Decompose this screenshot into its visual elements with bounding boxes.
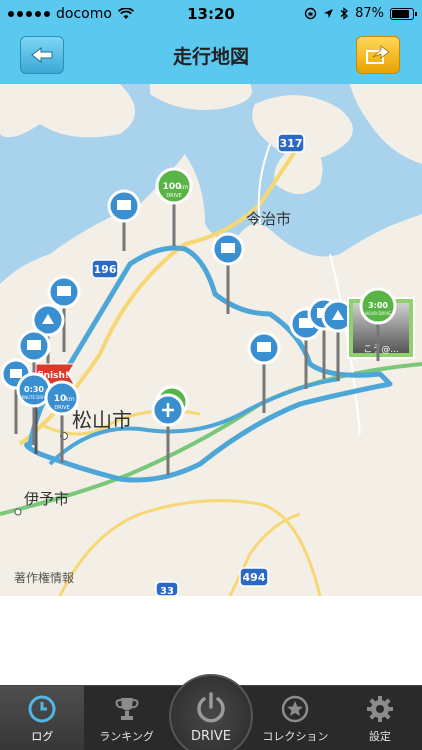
svg-text:km: km [179, 184, 188, 191]
star-icon [282, 695, 309, 723]
share-button[interactable] [356, 36, 400, 74]
svg-text:3:00: 3:00 [368, 301, 388, 310]
tab-label: ログ [31, 730, 54, 743]
tab-label: コレクション [262, 730, 329, 743]
svg-text:HOUR DRIVE: HOUR DRIVE [365, 311, 391, 316]
tab-label: 設定 [368, 730, 391, 743]
power-icon [197, 692, 225, 723]
road-shield-196: 196 [91, 259, 119, 279]
tab-log[interactable]: ログ [0, 686, 85, 750]
map-copyright[interactable]: 著作権情報 [14, 570, 74, 585]
nav-bar: 走行地図 [0, 28, 422, 84]
rotation-lock-icon [304, 7, 317, 20]
svg-text:0:30: 0:30 [24, 385, 44, 394]
location-icon [324, 9, 334, 18]
tab-drive[interactable]: DRIVE [169, 674, 254, 750]
tab-ranking[interactable]: ランキング [84, 686, 168, 750]
road-shield-317: 317 [277, 133, 305, 153]
svg-text:km: km [65, 396, 74, 403]
tab-settings[interactable]: 設定 [338, 686, 422, 750]
svg-text:DRIVE: DRIVE [54, 405, 69, 411]
svg-text:こう@...: こう@... [363, 344, 399, 355]
place-label-imabari: 今治市 [246, 210, 291, 228]
tab-collection[interactable]: コレクション [253, 686, 337, 750]
place-label-iyo: 伊予市 [24, 490, 69, 508]
status-right: 87% [304, 6, 417, 21]
tab-bar: ログ ランキング DRIVE コレクション 設定 [0, 674, 422, 750]
road-shield-494: 494 [239, 567, 269, 587]
road-shield-33: 33 [155, 581, 179, 596]
battery-percent: 87% [355, 6, 384, 21]
clock-icon [28, 695, 56, 723]
battery-icon [390, 7, 417, 20]
empty-panel [0, 596, 422, 685]
share-icon [366, 45, 390, 64]
svg-text:494: 494 [243, 571, 266, 584]
svg-text:33: 33 [160, 586, 174, 596]
tab-label: DRIVE [191, 729, 231, 744]
bluetooth-icon [340, 7, 349, 20]
svg-text:196: 196 [94, 263, 117, 276]
status-bar: docomo 13:20 87% [0, 0, 422, 28]
svg-text:317: 317 [280, 137, 303, 150]
place-label-matsuyama: 松山市 [72, 408, 132, 432]
svg-text:DRIVE: DRIVE [166, 193, 181, 199]
gear-icon [366, 696, 393, 722]
route-map[interactable]: 317 196 494 33 今治市 松山市 伊予市 著作権情報 100 km … [0, 84, 422, 596]
trophy-icon [115, 698, 139, 720]
tab-label: ランキング [99, 730, 154, 743]
map-canvas: 317 196 494 33 今治市 松山市 伊予市 著作権情報 100 km … [0, 84, 422, 596]
